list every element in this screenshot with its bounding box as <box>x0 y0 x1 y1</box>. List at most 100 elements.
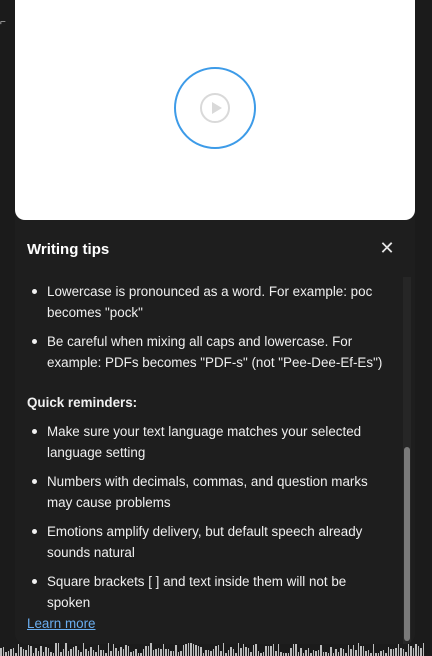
waveform-bar <box>57 643 59 656</box>
learn-more-link[interactable]: Learn more <box>27 613 95 634</box>
waveform-bar <box>315 651 317 656</box>
waveform-bar <box>415 644 417 656</box>
waveform-bar <box>397 644 399 656</box>
waveform-bar <box>167 649 169 656</box>
waveform-bar <box>5 652 7 656</box>
screen: ⌐ Writing tips ✕ Lowercase is pronounced… <box>0 0 432 656</box>
reminders-list: Make sure your text language matches you… <box>15 421 405 621</box>
waveform-bar <box>102 650 104 656</box>
waveform-bar <box>337 652 339 656</box>
waveform-bar <box>12 648 14 656</box>
waveform-bar <box>412 648 414 656</box>
waveform-bar <box>240 648 242 656</box>
writing-tips-modal: Writing tips ✕ Lowercase is pronounced a… <box>15 0 415 644</box>
reminder-item: Make sure your text language matches you… <box>15 421 405 463</box>
waveform-bar <box>125 645 127 656</box>
waveform-bar <box>230 647 232 656</box>
waveform-bar <box>2 647 4 656</box>
waveform-bar <box>347 645 349 656</box>
close-icon[interactable]: ✕ <box>378 239 396 257</box>
waveform-bar <box>237 643 239 656</box>
waveform-bar <box>275 651 277 656</box>
waveform-bar <box>190 643 192 656</box>
waveform-bar <box>252 645 254 656</box>
waveform-bar <box>110 651 112 656</box>
tips-list: Lowercase is pronounced as a word. For e… <box>15 281 405 381</box>
waveform-bar <box>95 652 97 656</box>
waveform-bar <box>222 643 224 656</box>
video-preview[interactable] <box>15 0 415 220</box>
waveform-bar <box>172 651 174 656</box>
reminder-item: Square brackets [ ] and text inside them… <box>15 571 405 613</box>
waveform-bar <box>117 651 119 656</box>
waveform-bar <box>205 650 207 656</box>
waveform-bar <box>87 651 89 656</box>
waveform-bar <box>85 649 87 656</box>
waveform-bar <box>300 648 302 656</box>
waveform-bar <box>280 652 282 656</box>
waveform-bar <box>142 649 144 656</box>
waveform-bar <box>10 649 12 656</box>
waveform-bar <box>25 650 27 656</box>
waveform-bar <box>210 651 212 656</box>
waveform-bar <box>322 652 324 656</box>
waveform-bar <box>200 647 202 656</box>
scrollbar-track[interactable] <box>403 277 411 644</box>
waveform-bar <box>165 649 167 656</box>
waveform-bar <box>277 644 279 656</box>
waveform-bar <box>47 648 49 656</box>
waveform-bar <box>410 646 412 656</box>
waveform-bar <box>187 643 189 656</box>
scrollbar-thumb[interactable] <box>404 447 410 641</box>
waveform-bar <box>0 648 2 656</box>
waveform-bar <box>30 646 32 656</box>
waveform-bar <box>350 649 352 656</box>
waveform-bar <box>135 649 137 656</box>
waveform-bar <box>422 643 424 656</box>
waveform-bar <box>380 651 382 656</box>
waveform-bar <box>335 649 337 656</box>
waveform-bar <box>290 648 292 656</box>
waveform-bar <box>312 650 314 656</box>
modal-title: Writing tips <box>27 241 110 258</box>
waveform-bar <box>330 647 332 656</box>
waveform-bar <box>80 652 82 656</box>
play-button[interactable] <box>174 67 256 149</box>
waveform-bar <box>372 644 374 656</box>
waveform-bar <box>340 648 342 656</box>
waveform-bar <box>262 652 264 656</box>
waveform-bar <box>232 649 234 656</box>
waveform-bar <box>402 649 404 656</box>
modal-content: Lowercase is pronounced as a word. For e… <box>15 277 405 644</box>
waveform-bar <box>160 649 162 656</box>
waveform-bar <box>150 643 152 656</box>
waveform-bar <box>387 647 389 656</box>
waveform-bar <box>220 651 222 656</box>
waveform-bar <box>352 645 354 656</box>
waveform-bar <box>305 650 307 656</box>
waveform-bar <box>100 650 102 656</box>
waveform-bar <box>217 645 219 656</box>
waveform-bar <box>250 652 252 656</box>
waveform-bar <box>292 644 294 656</box>
waveform-bar <box>152 650 154 656</box>
waveform-bar <box>392 649 394 656</box>
waveform-bar <box>122 649 124 656</box>
waveform-bar <box>162 644 164 656</box>
waveform-bar <box>395 648 397 656</box>
waveform-bar <box>180 651 182 656</box>
waveform-bar <box>257 651 259 656</box>
waveform-bar <box>177 652 179 656</box>
waveform-bar <box>207 650 209 656</box>
waveform-bar <box>175 645 177 656</box>
waveform-bar <box>37 651 39 656</box>
waveform-bar <box>365 651 367 656</box>
waveform-bar <box>157 648 159 656</box>
waveform-bar <box>92 650 94 656</box>
waveform-bar <box>355 650 357 656</box>
edge-glyph: ⌐ <box>0 17 6 28</box>
waveform-bar <box>272 644 274 656</box>
waveform-bar <box>405 652 407 656</box>
waveform-bar <box>27 645 29 656</box>
waveform-bar <box>132 651 134 656</box>
